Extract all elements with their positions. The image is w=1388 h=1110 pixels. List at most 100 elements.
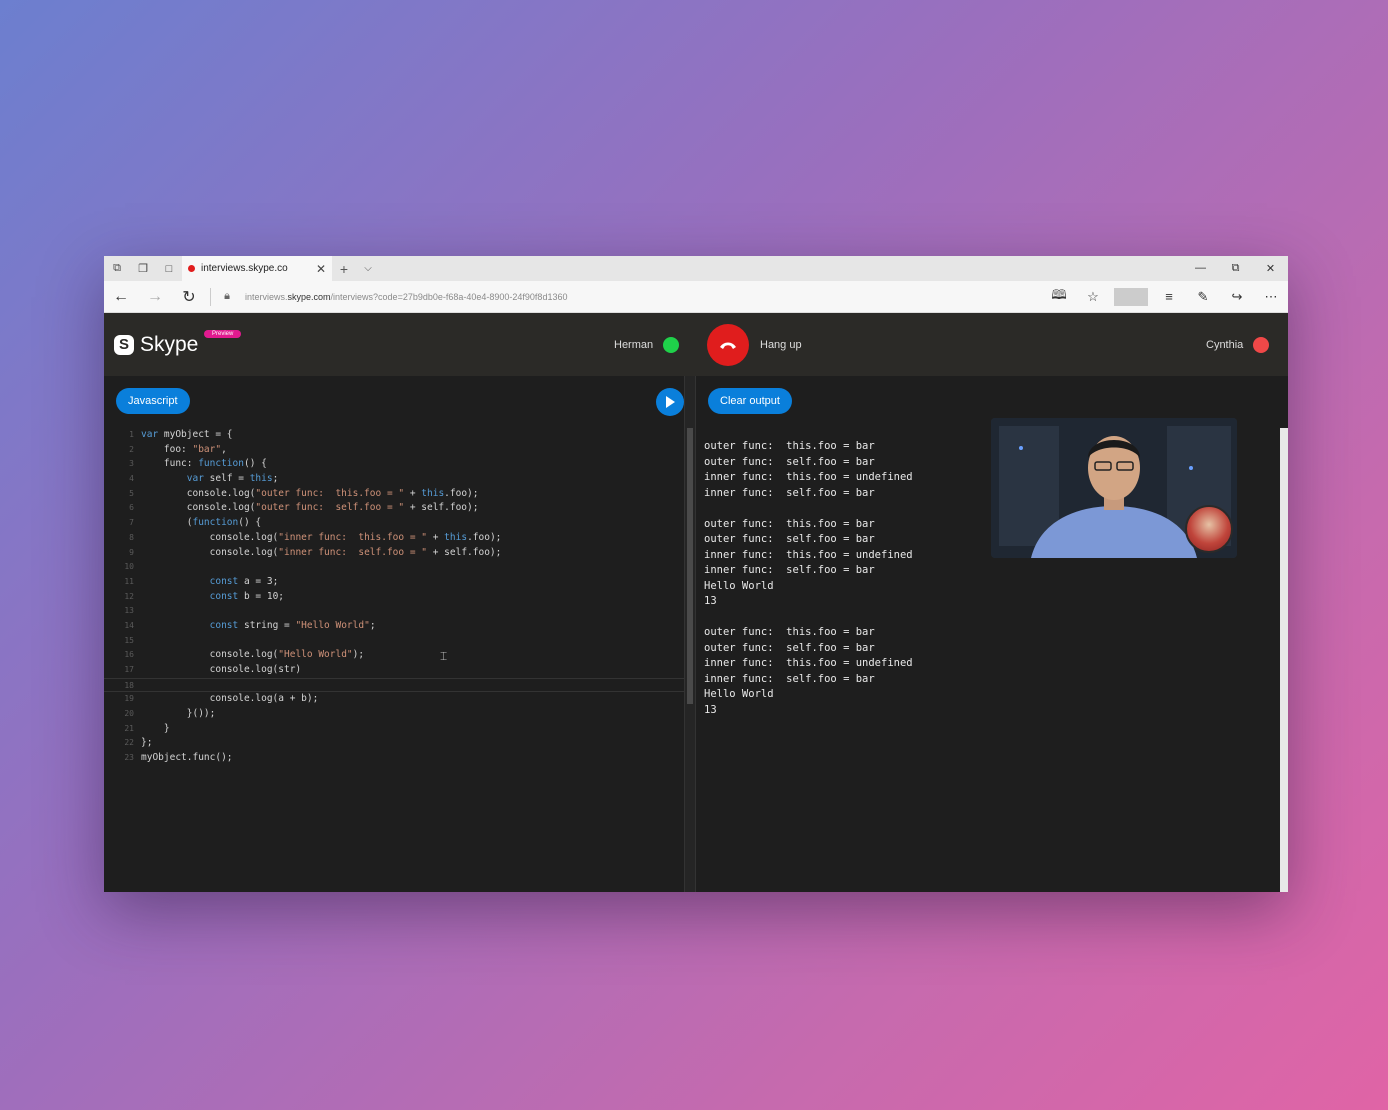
code-text: const string = "Hello World";: [209, 619, 376, 631]
code-text: console.log("outer func: self.foo = " + …: [141, 502, 479, 514]
code-line[interactable]: 3 func: function() {: [104, 457, 684, 472]
output-scrollbar[interactable]: [1280, 428, 1288, 892]
url-field[interactable]: interviews.skype.com/interviews?code=27b…: [245, 292, 567, 302]
hub-icon[interactable]: ≡: [1152, 289, 1186, 304]
clear-output-button[interactable]: Clear output: [708, 388, 792, 414]
output-line: outer func: self.foo = bar: [704, 455, 875, 468]
code-line[interactable]: 15: [104, 634, 684, 649]
line-number: 11: [124, 576, 134, 586]
logo-text: Skype: [140, 332, 199, 356]
code-text: console.log(a + b);: [141, 693, 319, 705]
lock-icon[interactable]: 🔒︎: [215, 290, 239, 303]
browser-actions: 🕮︎ ☆ ≡ ✎ ↪ ⋯: [1042, 286, 1288, 308]
browser-tab[interactable]: interviews.skype.co ✕: [182, 256, 332, 281]
code-text: console.log("inner func: self.foo = " + …: [141, 546, 502, 558]
url-path: /interviews?code=27b9db0e-f68a-40e4-8900…: [330, 291, 568, 302]
tab-list-chevron-icon[interactable]: ⌵: [356, 263, 380, 274]
language-button[interactable]: Javascript: [116, 388, 190, 414]
line-number: 3: [129, 459, 134, 469]
line-number: 9: [129, 547, 134, 557]
code-line[interactable]: 9 console.log("inner func: self.foo = " …: [104, 546, 684, 561]
toolbar-divider: [210, 287, 211, 306]
participant-name: Cynthia: [1206, 339, 1244, 351]
output-line: outer func: this.foo = bar: [704, 626, 875, 638]
close-window-icon[interactable]: ✕: [1253, 262, 1288, 275]
url-domain: skype.com: [287, 291, 331, 302]
restore-icon[interactable]: ⧉: [1218, 262, 1253, 275]
favorite-star-icon[interactable]: ☆: [1076, 289, 1110, 305]
code-line[interactable]: 11 const a = 3;: [104, 575, 684, 590]
code-line[interactable]: 18: [104, 677, 684, 693]
back-arrow-icon[interactable]: ←: [104, 288, 138, 306]
refresh-icon[interactable]: ↻: [172, 287, 206, 307]
code-text: var self = this;: [186, 473, 279, 485]
reading-view-icon[interactable]: 🕮︎: [1042, 286, 1076, 308]
code-editor[interactable]: 1 var myObject = {2 foo: "bar", 3 func: fu…: [104, 428, 684, 766]
code-text: console.log(str): [141, 664, 302, 675]
forward-arrow-icon[interactable]: →: [138, 288, 172, 306]
code-line[interactable]: 16 console.log("Hello World");: [104, 648, 684, 663]
line-number: 5: [129, 488, 134, 498]
code-line[interactable]: 20 }());: [104, 707, 684, 722]
code-line[interactable]: 23 myObject.func();: [104, 751, 684, 766]
code-text: console.log("inner func: this.foo = " + …: [141, 531, 502, 543]
code-text: var myObject = {: [141, 429, 233, 440]
skype-s-icon: S: [114, 334, 134, 355]
show-tabs-icon[interactable]: ❐: [130, 256, 156, 281]
new-tab-icon[interactable]: +: [332, 261, 356, 277]
play-icon: [666, 396, 675, 408]
web-note-icon[interactable]: ✎: [1186, 289, 1220, 305]
line-number: 19: [124, 694, 134, 704]
tab-title: interviews.skype.co: [201, 263, 288, 274]
output-line: Hello World: [704, 688, 774, 700]
line-number: 22: [124, 738, 134, 748]
toolbar-divider: [1114, 287, 1148, 306]
line-number: 6: [129, 503, 134, 513]
line-number: 12: [124, 591, 134, 601]
hangup-label[interactable]: Hang up: [760, 339, 802, 351]
tabs-aside-icon[interactable]: ⧉: [104, 256, 130, 281]
self-video: [1185, 505, 1233, 553]
code-line[interactable]: 2 foo: "bar",: [104, 443, 684, 458]
code-line[interactable]: 13: [104, 604, 684, 619]
code-line[interactable]: 10: [104, 560, 684, 575]
code-line[interactable]: 17 console.log(str): [104, 663, 684, 678]
code-line[interactable]: 4 var self = this;: [104, 472, 684, 487]
code-line[interactable]: 8 console.log("inner func: this.foo = " …: [104, 531, 684, 546]
browser-window: ⧉ ❐ □ interviews.skype.co ✕ + ⌵ — ⧉ ✕ ← …: [104, 256, 1288, 892]
run-button[interactable]: [656, 388, 684, 416]
code-line[interactable]: 5 console.log("outer func: this.foo = " …: [104, 487, 684, 502]
code-line[interactable]: 1 var myObject = {: [104, 428, 684, 443]
tab-close-icon[interactable]: ✕: [316, 262, 326, 276]
pane-divider[interactable]: [684, 376, 696, 892]
minimize-icon[interactable]: —: [1183, 262, 1218, 275]
hangup-button[interactable]: [707, 324, 749, 366]
output-line: inner func: this.foo = undefined: [704, 471, 913, 483]
output-line: outer func: self.foo = bar: [704, 641, 875, 654]
editor-scrollbar-thumb[interactable]: [687, 428, 693, 704]
line-number: 10: [124, 562, 134, 572]
share-icon[interactable]: ↪: [1220, 289, 1254, 305]
code-line[interactable]: 19 console.log(a + b);: [104, 692, 684, 707]
status-dot-icon: [1253, 337, 1270, 353]
code-line[interactable]: 6 console.log("outer func: self.foo = " …: [104, 501, 684, 516]
more-icon[interactable]: ⋯: [1254, 289, 1288, 305]
line-number: 7: [129, 518, 134, 528]
status-dot-icon: [663, 337, 680, 353]
console-output: outer func: this.foo = bar outer func: se…: [704, 439, 913, 718]
output-line: 13: [704, 595, 717, 607]
output-line: inner func: this.foo = undefined: [704, 548, 913, 561]
code-line[interactable]: 22};: [104, 736, 684, 751]
output-line: Hello World: [704, 579, 774, 592]
tab-favicon-icon: [188, 265, 195, 272]
output-line: inner func: self.foo = bar: [704, 486, 875, 499]
code-line[interactable]: 7 (function() {: [104, 516, 684, 531]
code-line[interactable]: 12 const b = 10;: [104, 590, 684, 605]
code-line[interactable]: 21 }: [104, 722, 684, 737]
line-number: 16: [124, 650, 134, 660]
code-line[interactable]: 14 const string = "Hello World";: [104, 619, 684, 634]
line-number: 4: [129, 474, 134, 484]
tab-preview-icon[interactable]: □: [156, 256, 182, 281]
